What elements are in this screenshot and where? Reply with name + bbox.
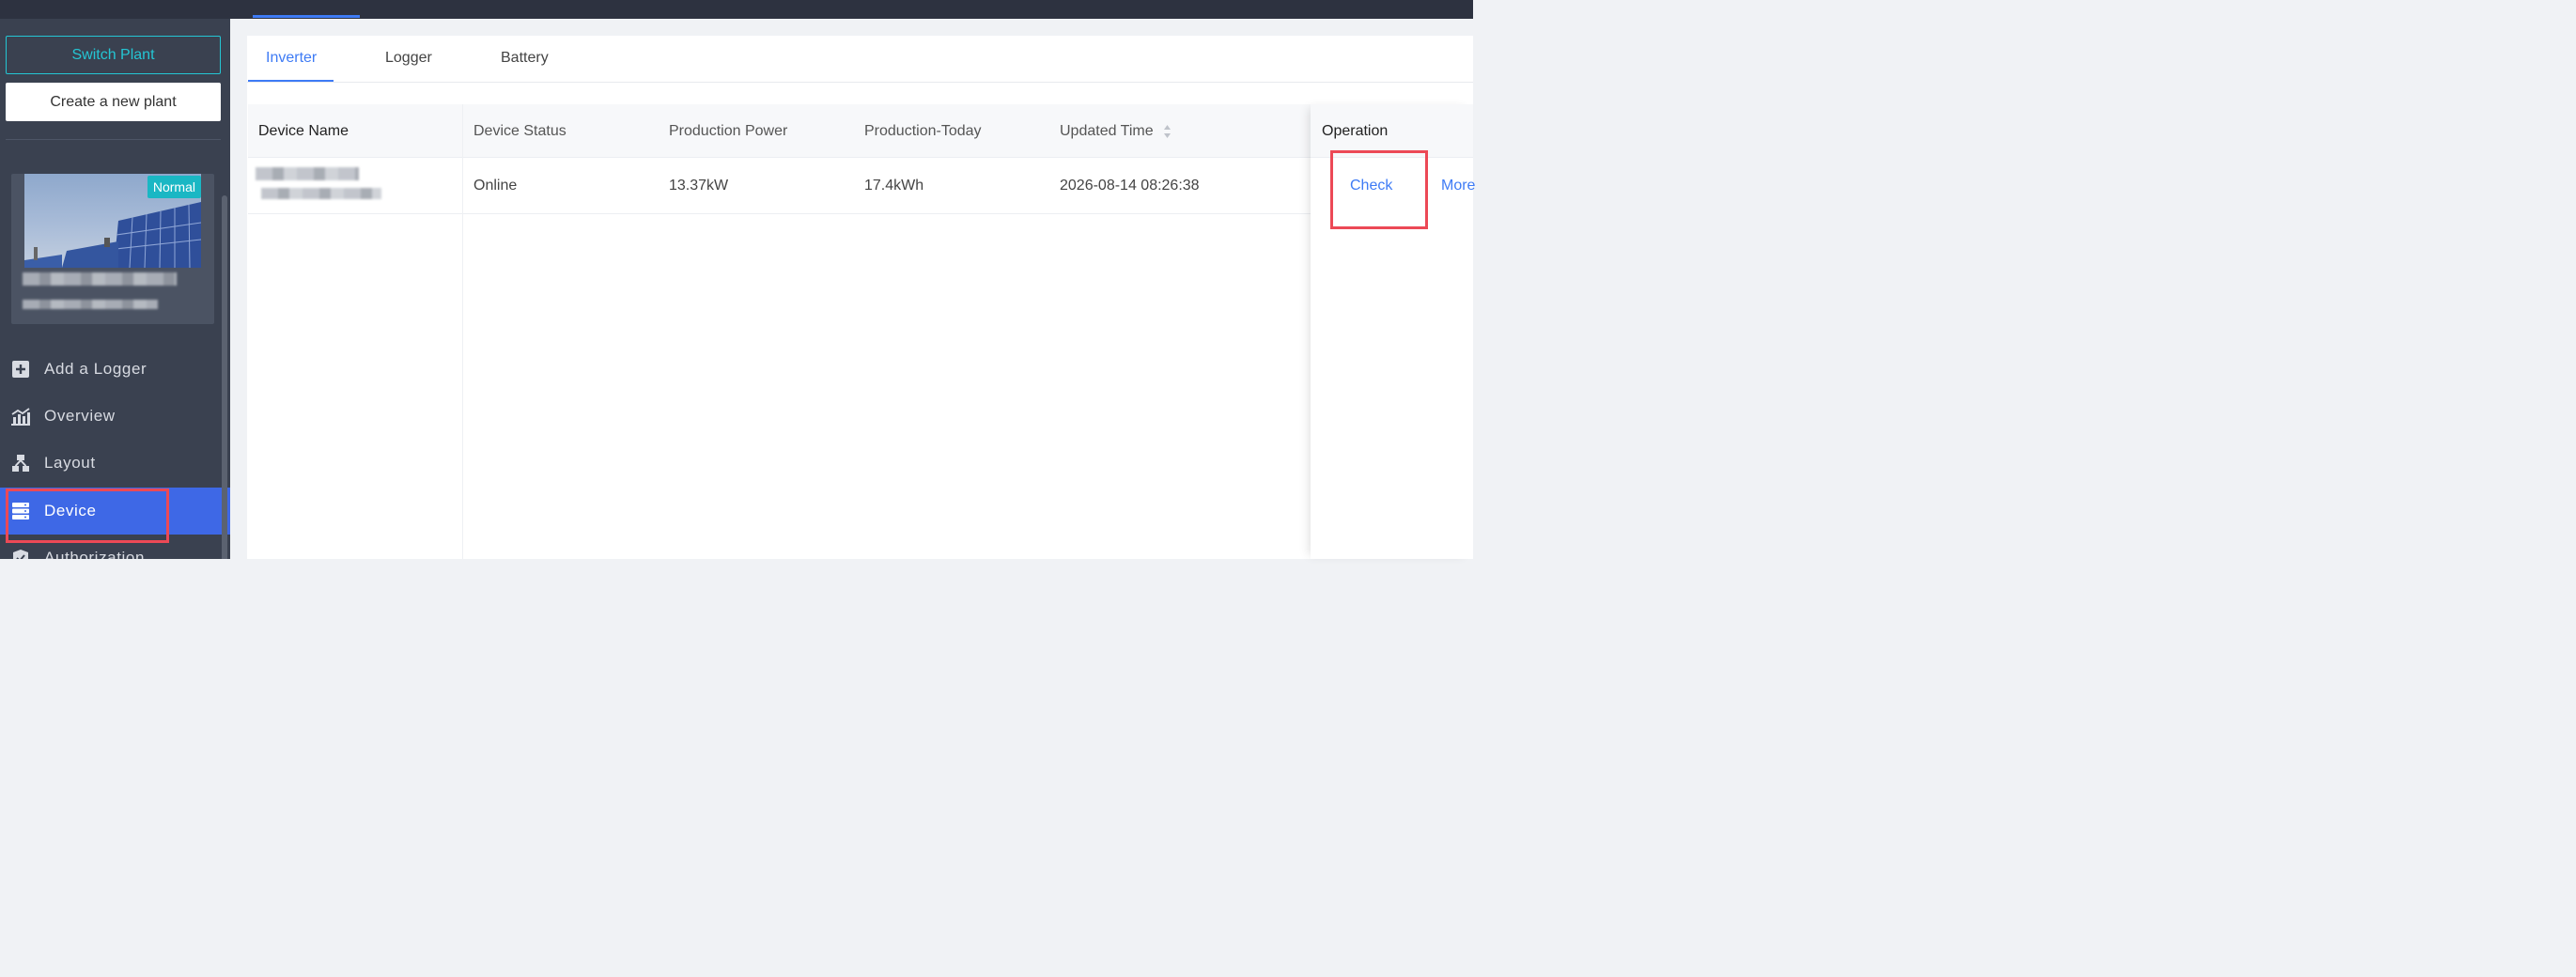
top-nav-active-indicator [253, 15, 360, 18]
column-header-production-today: Production-Today [864, 123, 982, 139]
device-type-tabs: Inverter Logger Battery [247, 36, 1473, 83]
column-header-production-power: Production Power [669, 123, 788, 139]
column-header-device-name: Device Name [258, 123, 349, 139]
chart-icon [10, 406, 31, 426]
check-link[interactable]: Check [1350, 178, 1392, 194]
sidebar: Switch Plant Create a new plant Normal A… [0, 19, 230, 559]
sidebar-item-device[interactable]: Device [0, 488, 230, 535]
sidebar-divider [6, 139, 221, 140]
top-header-bar [0, 0, 1473, 19]
sidebar-item-add-logger[interactable]: Add a Logger [0, 346, 230, 393]
sidebar-scrollbar[interactable] [222, 195, 227, 559]
sidebar-item-label: Add a Logger [44, 360, 147, 378]
tab-logger[interactable]: Logger [385, 50, 432, 67]
column-header-operation: Operation [1311, 104, 1473, 158]
active-tab-indicator [248, 80, 334, 82]
tab-inverter[interactable]: Inverter [266, 50, 317, 67]
sidebar-item-label: Overview [44, 407, 116, 425]
column-header-updated-time[interactable]: Updated Time [1060, 123, 1172, 140]
production-today-value: 17.4kWh [864, 178, 924, 194]
column-header-label: Operation [1322, 123, 1389, 139]
sidebar-item-label: Device [44, 502, 97, 520]
sidebar-item-layout[interactable]: Layout [0, 440, 230, 487]
server-icon [10, 501, 31, 521]
sidebar-item-label: Authorization [44, 549, 146, 559]
production-power-value: 13.37kW [669, 178, 729, 194]
column-divider [462, 104, 463, 559]
sidebar-item-authorization[interactable]: Authorization [0, 535, 230, 559]
more-link[interactable]: More [1441, 178, 1475, 194]
create-plant-button[interactable]: Create a new plant [6, 83, 221, 121]
layout-icon [10, 453, 31, 473]
plus-square-icon [10, 359, 31, 380]
plant-name-redacted [23, 272, 177, 286]
operation-column: Operation Check More [1311, 104, 1475, 559]
tab-battery[interactable]: Battery [501, 50, 549, 67]
table-header: Device Name Device Status Production Pow… [248, 104, 1473, 158]
device-name-redacted [256, 167, 359, 180]
sidebar-item-label: Layout [44, 454, 96, 472]
updated-time-value: 2026-08-14 08:26:38 [1060, 178, 1200, 194]
plant-card[interactable]: Normal [11, 174, 214, 324]
column-header-label: Updated Time [1060, 123, 1154, 139]
plant-address-redacted [23, 300, 158, 309]
column-header-device-status: Device Status [473, 123, 566, 139]
table-row: Online 13.37kW 17.4kWh 2026-08-14 08:26:… [248, 158, 1473, 214]
device-status-value: Online [473, 178, 518, 194]
main-panel: Inverter Logger Battery Device Name Devi… [247, 36, 1475, 559]
sort-icon[interactable] [1163, 124, 1172, 139]
plant-status-badge: Normal [147, 176, 201, 198]
switch-plant-button[interactable]: Switch Plant [6, 36, 221, 74]
sidebar-item-overview[interactable]: Overview [0, 393, 230, 440]
device-serial-redacted [261, 188, 381, 199]
shield-icon [10, 548, 31, 559]
